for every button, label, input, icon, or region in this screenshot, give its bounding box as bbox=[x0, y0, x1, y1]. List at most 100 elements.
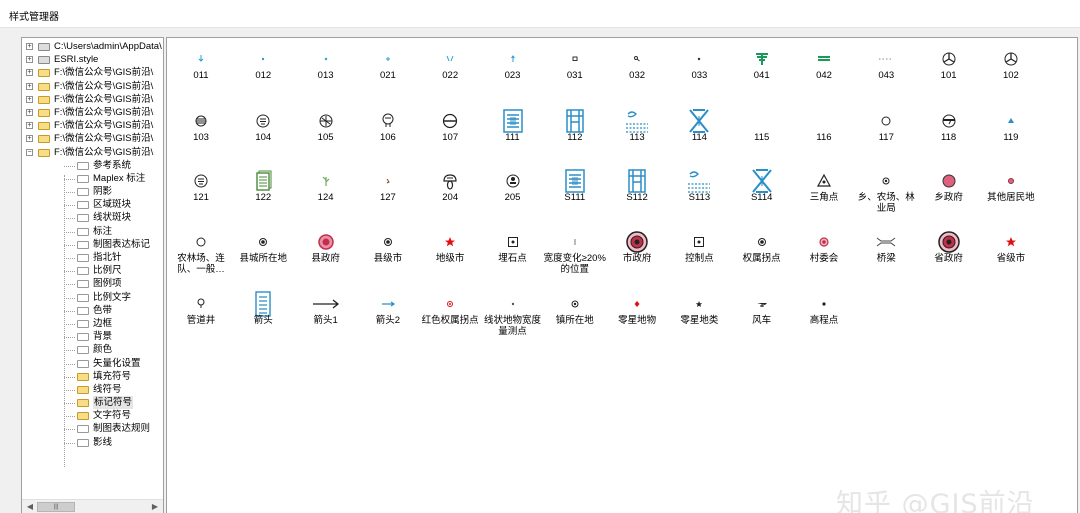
tree-item-category[interactable]: 比例尺 bbox=[22, 264, 163, 277]
symbol-item[interactable]: 桥梁 bbox=[854, 224, 918, 280]
scroll-left-icon[interactable]: ◀ bbox=[24, 501, 36, 513]
tree-item-category[interactable]: 参考系统 bbox=[22, 159, 163, 172]
symbol-item[interactable]: 零星地物 bbox=[605, 286, 669, 342]
symbol-item[interactable]: 地级市 bbox=[418, 224, 482, 280]
expand-icon[interactable]: + bbox=[26, 95, 33, 103]
tree-horizontal-scrollbar[interactable]: ◀ ||| ▶ bbox=[22, 499, 163, 513]
symbol-item[interactable]: 023 bbox=[481, 41, 545, 97]
symbol-item[interactable]: 117 bbox=[854, 103, 918, 159]
collapse-icon[interactable]: − bbox=[26, 148, 33, 156]
symbol-item[interactable]: 三角点 bbox=[792, 163, 856, 219]
tree-item-folder[interactable]: + F:\微信公众号\GIS前沿\ bbox=[22, 106, 163, 119]
tree-item-category[interactable]: 标记符号 bbox=[22, 396, 163, 410]
symbol-item[interactable]: 112 bbox=[543, 103, 607, 159]
tree-item-folder[interactable]: + F:\微信公众号\GIS前沿\ bbox=[22, 132, 163, 145]
symbol-item[interactable]: 箭头 bbox=[231, 286, 295, 342]
symbol-panel[interactable]: 011 012 013 021 022 023 031 032 033 041 042 043 101 1… bbox=[166, 37, 1078, 513]
symbol-item[interactable]: 乡政府 bbox=[917, 163, 981, 219]
symbol-item[interactable]: 管道井 bbox=[169, 286, 233, 342]
tree-item-category[interactable]: 背景 bbox=[22, 330, 163, 343]
symbol-item[interactable]: 103 bbox=[169, 103, 233, 159]
symbol-item[interactable]: S113 bbox=[667, 163, 731, 219]
symbol-item[interactable]: 省政府 bbox=[917, 224, 981, 280]
symbol-item[interactable]: 101 bbox=[917, 41, 981, 97]
tree-item-category[interactable]: 填充符号 bbox=[22, 370, 163, 383]
symbol-item[interactable]: 县城所在地 bbox=[231, 224, 295, 280]
symbol-item[interactable]: S112 bbox=[605, 163, 669, 219]
tree-item-folder[interactable]: − F:\微信公众号\GIS前沿\ bbox=[22, 146, 163, 159]
tree-item-category[interactable]: 比例文字 bbox=[22, 291, 163, 304]
symbol-item[interactable]: 高程点 bbox=[792, 286, 856, 342]
symbol-item[interactable]: 013 bbox=[294, 41, 358, 97]
symbol-item[interactable]: 红色权属拐点 bbox=[418, 286, 482, 342]
tree-item-category[interactable]: 矢量化设置 bbox=[22, 357, 163, 370]
expand-icon[interactable]: + bbox=[26, 122, 33, 130]
expand-icon[interactable]: + bbox=[26, 69, 33, 77]
symbol-item[interactable]: 043 bbox=[854, 41, 918, 97]
symbol-item[interactable]: 市政府 bbox=[605, 224, 669, 280]
symbol-item[interactable]: 埋石点 bbox=[481, 224, 545, 280]
symbol-item[interactable]: 127 bbox=[356, 163, 420, 219]
expand-icon[interactable]: + bbox=[26, 108, 33, 116]
symbol-item[interactable]: 农林场、连队、一般… bbox=[169, 224, 233, 280]
tree-item-category[interactable]: 标注 bbox=[22, 225, 163, 238]
symbol-item[interactable]: 线状地物宽度量测点 bbox=[481, 286, 545, 342]
symbol-item[interactable]: 022 bbox=[418, 41, 482, 97]
symbol-item[interactable]: 106 bbox=[356, 103, 420, 159]
tree-item-folder[interactable]: + C:\Users\admin\AppData\ bbox=[22, 40, 163, 53]
symbol-item[interactable]: 041 bbox=[730, 41, 794, 97]
tree-item-category[interactable]: 图例项 bbox=[22, 277, 163, 290]
symbol-item[interactable]: 031 bbox=[543, 41, 607, 97]
symbol-item[interactable]: 111 bbox=[481, 103, 545, 159]
symbol-item[interactable]: 村委会 bbox=[792, 224, 856, 280]
tree-item-folder[interactable]: + F:\微信公众号\GIS前沿\ bbox=[22, 80, 163, 93]
symbol-item[interactable]: 102 bbox=[979, 41, 1043, 97]
symbol-item[interactable]: 省级市 bbox=[979, 224, 1043, 280]
symbol-item[interactable]: 县级市 bbox=[356, 224, 420, 280]
scroll-thumb[interactable]: ||| bbox=[37, 502, 75, 512]
symbol-item[interactable]: 104 bbox=[231, 103, 295, 159]
symbol-item[interactable]: 镇所在地 bbox=[543, 286, 607, 342]
symbol-item[interactable]: 204 bbox=[418, 163, 482, 219]
symbol-item[interactable]: 116 bbox=[792, 103, 856, 159]
symbol-item[interactable]: 宽度变化≥20%的位置 bbox=[543, 224, 607, 280]
tree-item-category[interactable]: 影线 bbox=[22, 436, 163, 449]
scroll-right-icon[interactable]: ▶ bbox=[149, 501, 161, 513]
tree-item-folder[interactable]: + F:\微信公众号\GIS前沿\ bbox=[22, 66, 163, 79]
tree-item-category[interactable]: 颜色 bbox=[22, 343, 163, 356]
tree-item-category[interactable]: 区域斑块 bbox=[22, 198, 163, 211]
symbol-item[interactable]: 113 bbox=[605, 103, 669, 159]
symbol-item[interactable]: 107 bbox=[418, 103, 482, 159]
tree-item-folder[interactable]: + ESRI.style bbox=[22, 53, 163, 66]
symbol-item[interactable]: 011 bbox=[169, 41, 233, 97]
symbol-item[interactable]: 124 bbox=[294, 163, 358, 219]
symbol-item[interactable]: 012 bbox=[231, 41, 295, 97]
tree-item-category[interactable]: 阴影 bbox=[22, 185, 163, 198]
tree-item-category[interactable]: 指北针 bbox=[22, 251, 163, 264]
symbol-item[interactable]: 033 bbox=[667, 41, 731, 97]
symbol-item[interactable]: S111 bbox=[543, 163, 607, 219]
symbol-item[interactable]: 122 bbox=[231, 163, 295, 219]
tree-item-category[interactable]: Maplex 标注 bbox=[22, 172, 163, 185]
symbol-item[interactable]: 权属拐点 bbox=[730, 224, 794, 280]
tree-item-folder[interactable]: + F:\微信公众号\GIS前沿\ bbox=[22, 119, 163, 132]
symbol-item[interactable]: 042 bbox=[792, 41, 856, 97]
tree-item-category[interactable]: 制图表达标记 bbox=[22, 238, 163, 251]
symbol-item[interactable]: 021 bbox=[356, 41, 420, 97]
symbol-item[interactable]: 乡、农场、林业局 bbox=[854, 163, 918, 219]
symbol-item[interactable]: 114 bbox=[667, 103, 731, 159]
tree-item-category[interactable]: 线状斑块 bbox=[22, 211, 163, 224]
style-tree[interactable]: + C:\Users\admin\AppData\ + ESRI.style + F:\微… bbox=[21, 37, 164, 513]
symbol-item[interactable]: 032 bbox=[605, 41, 669, 97]
expand-icon[interactable]: + bbox=[26, 43, 33, 50]
tree-item-category[interactable]: 边框 bbox=[22, 317, 163, 330]
symbol-item[interactable]: 风车 bbox=[730, 286, 794, 342]
symbol-item[interactable]: 箭头1 bbox=[294, 286, 358, 342]
symbol-item[interactable]: 箭头2 bbox=[356, 286, 420, 342]
symbol-item[interactable]: 其他居民地 bbox=[979, 163, 1043, 219]
symbol-item[interactable]: 105 bbox=[294, 103, 358, 159]
tree-item-category[interactable]: 文字符号 bbox=[22, 409, 163, 422]
symbol-item[interactable]: 118 bbox=[917, 103, 981, 159]
expand-icon[interactable]: + bbox=[26, 82, 33, 90]
expand-icon[interactable]: + bbox=[26, 135, 33, 143]
